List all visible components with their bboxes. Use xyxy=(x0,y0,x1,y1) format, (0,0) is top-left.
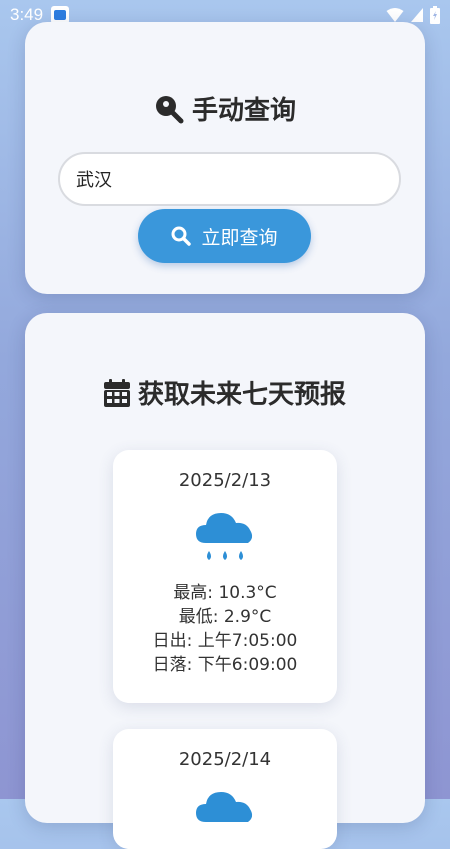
forecast-day-card: 2025/2/13 最高: 10.3°C 最低: 2.9°C 日出: 上午7:0… xyxy=(113,450,337,703)
forecast-low: 最低: 2.9°C xyxy=(178,607,272,627)
forecast-date: 2025/2/13 xyxy=(178,470,272,491)
battery-icon xyxy=(430,6,440,24)
forecast-heading: 获取未来七天预报 xyxy=(25,374,425,411)
cellular-signal-icon xyxy=(411,8,423,22)
forecast-card: 获取未来七天预报 2025/2/13 最高: 10.3°C 最低: 2.9°C … xyxy=(25,313,425,849)
status-time: 3:49 xyxy=(10,5,44,24)
forecast-title: 获取未来七天预报 xyxy=(137,380,346,410)
query-now-button[interactable]: 立即查询 xyxy=(138,209,311,263)
manual-query-card: 手动查询 武汉 立即查询 xyxy=(25,22,425,294)
forecast-date: 2025/2/14 xyxy=(178,749,272,770)
manual-query-heading: 手动查询 xyxy=(25,90,425,127)
forecast-high: 最高: 10.3°C xyxy=(173,583,277,603)
wifi-icon xyxy=(386,8,404,22)
city-input-value: 武汉 xyxy=(76,170,112,191)
calendar-icon xyxy=(103,378,130,407)
query-now-label: 立即查询 xyxy=(201,226,278,249)
forecast-day-card: 2025/2/14 xyxy=(113,729,337,849)
city-input[interactable]: 武汉 xyxy=(58,152,401,206)
forecast-sunrise: 日出: 上午7:05:00 xyxy=(152,631,298,651)
manual-query-title: 手动查询 xyxy=(191,96,296,126)
rain-cloud-icon xyxy=(196,792,253,822)
search-location-icon xyxy=(155,95,184,123)
search-icon xyxy=(171,226,192,246)
rain-cloud-icon xyxy=(196,513,253,560)
forecast-sunset: 日落: 下午6:09:00 xyxy=(152,655,298,675)
